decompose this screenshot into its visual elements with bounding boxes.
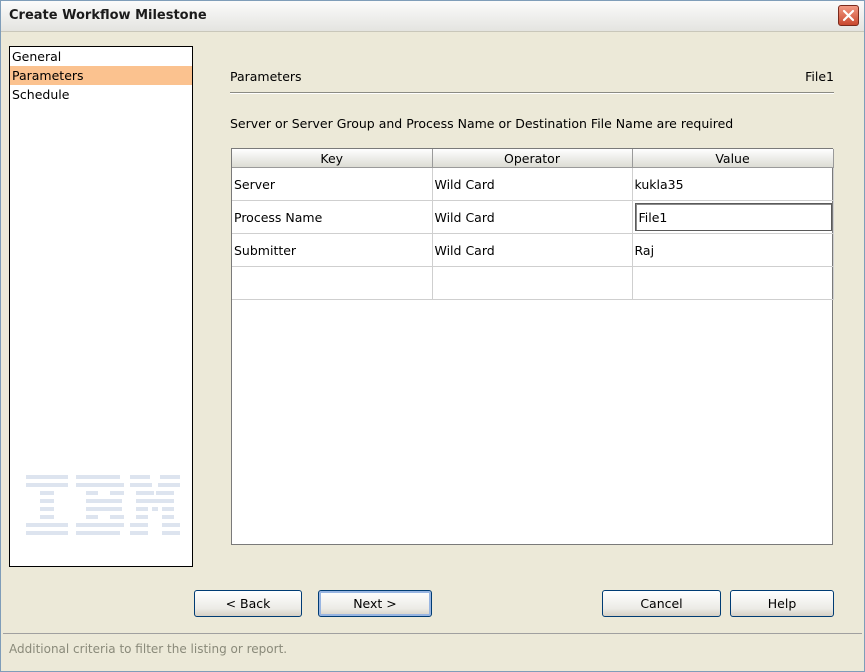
table-row[interactable]: Process Name Wild Card (232, 200, 834, 234)
cell-value[interactable]: kukla35 (632, 167, 834, 201)
next-button[interactable]: Next > (318, 590, 432, 617)
window-title: Create Workflow Milestone (9, 8, 207, 23)
close-button[interactable] (838, 5, 859, 26)
table-row[interactable] (232, 266, 834, 300)
wizard-steps-list: General Parameters Schedule (9, 46, 193, 567)
cell-value-editor[interactable] (632, 200, 834, 234)
ibm-logo (26, 475, 180, 535)
cell-value[interactable]: Raj (632, 233, 834, 267)
cell-operator[interactable] (432, 266, 633, 300)
nav-item-schedule[interactable]: Schedule (10, 85, 192, 104)
table-header-row: Key Operator Value (232, 149, 834, 168)
parameters-table[interactable]: Key Operator Value Server Wild Card kukl… (231, 148, 834, 545)
status-bar: Additional criteria to filter the listin… (3, 633, 862, 670)
back-button[interactable]: < Back (194, 590, 302, 617)
cancel-button[interactable]: Cancel (602, 590, 721, 617)
help-button[interactable]: Help (730, 590, 834, 617)
status-text: Additional criteria to filter the listin… (9, 642, 288, 656)
column-header-value[interactable]: Value (632, 149, 834, 168)
cell-key[interactable]: Process Name (232, 200, 433, 234)
header-divider-highlight (230, 93, 834, 94)
cell-key[interactable] (232, 266, 433, 300)
nav-item-parameters[interactable]: Parameters (10, 66, 192, 85)
nav-item-general[interactable]: General (10, 47, 192, 66)
cell-key[interactable]: Server (232, 167, 433, 201)
column-header-operator[interactable]: Operator (432, 149, 633, 168)
panel-title: Parameters (230, 69, 302, 84)
table-row[interactable]: Server Wild Card kukla35 (232, 167, 834, 201)
cell-operator[interactable]: Wild Card (432, 200, 633, 234)
title-bar[interactable]: Create Workflow Milestone (1, 1, 864, 32)
cell-value[interactable] (632, 266, 834, 300)
column-header-key[interactable]: Key (232, 149, 433, 168)
cell-operator[interactable]: Wild Card (432, 233, 633, 267)
cell-key[interactable]: Submitter (232, 233, 433, 267)
table-row[interactable]: Submitter Wild Card Raj (232, 233, 834, 267)
close-icon (842, 9, 855, 22)
panel-file-name: File1 (805, 69, 834, 84)
value-input[interactable] (634, 203, 832, 231)
cell-operator[interactable]: Wild Card (432, 167, 633, 201)
requirement-text: Server or Server Group and Process Name … (230, 116, 734, 131)
dialog-window: Create Workflow Milestone General Parame… (0, 0, 865, 672)
